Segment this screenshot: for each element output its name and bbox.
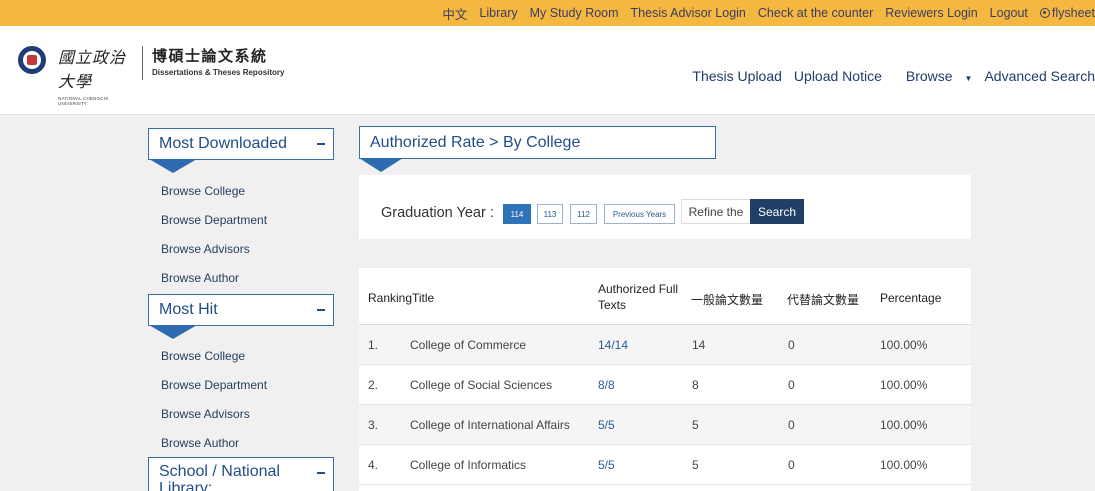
row-rank: 2. (368, 378, 379, 392)
repository-name-en: Dissertations & Theses Repository (152, 68, 285, 77)
row-general: 5 (692, 458, 699, 472)
repository-logo[interactable]: 博碩士論文系統 Dissertations & Theses Repositor… (152, 45, 284, 77)
page-title-text: Authorized Rate > By College (370, 133, 581, 151)
sidebar-link-browse-college[interactable]: Browse College (161, 184, 245, 198)
nav-thesis-upload[interactable]: Thesis Upload (692, 68, 782, 84)
col-authorized-line1: Authorized Full (598, 282, 679, 296)
pointer-triangle-icon (359, 158, 403, 172)
col-substitute-count: 代替論文數量 (787, 293, 860, 307)
table-header-row: Ranking Title Authorized Full Texts 一般論文… (359, 268, 971, 325)
row-percentage: 100.00% (880, 378, 928, 392)
nav-upload-notice[interactable]: Upload Notice (794, 68, 882, 84)
pointer-triangle-icon (149, 159, 197, 173)
row-rank: 3. (368, 418, 379, 432)
logo-divider (142, 46, 143, 80)
row-general: 5 (692, 418, 699, 432)
most-downloaded-title: Most Downloaded (159, 135, 288, 152)
university-name-cn: 國立政治大學 (58, 48, 127, 91)
authorized-rate-table: Ranking Title Authorized Full Texts 一般論文… (359, 268, 971, 491)
year-button-113[interactable]: 113 (537, 204, 563, 224)
sidebar-link-browse-department[interactable]: Browse Department (161, 213, 267, 227)
university-name-en: NATIONAL CHENGCHI UNIVERSITY (58, 96, 109, 106)
year-button-112[interactable]: 112 (570, 204, 597, 224)
top-utility-bar: 中文 Library My Study Room Thesis Advisor … (0, 0, 1095, 26)
collapse-icon[interactable] (317, 309, 325, 311)
row-substitute: 0 (788, 418, 795, 432)
row-rank: 4. (368, 458, 379, 472)
row-general: 8 (692, 378, 699, 392)
row-substitute: 0 (788, 338, 795, 352)
pointer-triangle-icon (149, 325, 197, 339)
most-hit-title: Most Hit (159, 301, 218, 318)
previous-years-button[interactable]: Previous Years (604, 204, 675, 224)
sidebar-link-browse-author[interactable]: Browse Author (161, 436, 239, 450)
most-hit-header[interactable]: Most Hit (148, 294, 334, 339)
row-percentage: 100.00% (880, 418, 928, 432)
filter-panel: Graduation Year : 114 113 112 Previous Y… (359, 175, 971, 239)
row-authorized-link[interactable]: 5/5 (598, 418, 615, 432)
reviewers-login-link[interactable]: Reviewers Login (885, 6, 977, 20)
row-substitute: 0 (788, 458, 795, 472)
sidebar-link-browse-advisors[interactable]: Browse Advisors (161, 407, 250, 421)
col-general-count: 一般論文數量 (691, 293, 764, 307)
table-row: 2. College of Social Sciences 8/8 8 0 10… (359, 365, 971, 405)
refine-input[interactable]: Refine the (681, 199, 751, 224)
row-title: College of Commerce (410, 338, 527, 352)
school-national-library-header[interactable]: School / National Library: Authorization (148, 457, 334, 491)
username: flysheet (1051, 6, 1095, 20)
check-at-counter-link[interactable]: Check at the counter (758, 6, 873, 20)
row-title: College of International Affairs (410, 418, 570, 432)
row-percentage: 100.00% (880, 458, 928, 472)
user-account[interactable]: flysheet (1039, 6, 1095, 20)
row-percentage: 100.00% (880, 338, 928, 352)
row-title: College of Social Sciences (410, 378, 553, 392)
row-title: College of Informatics (410, 458, 527, 472)
language-link[interactable]: 中文 (442, 4, 467, 23)
nav-advanced-search[interactable]: Advanced Search (984, 68, 1095, 84)
row-general: 14 (692, 338, 706, 352)
site-header: 國立政治大學 NATIONAL CHENGCHI UNIVERSITY 博碩士論… (0, 26, 1095, 115)
school-national-library-title: School / National Library: Authorization (159, 463, 280, 491)
main-nav: Thesis Upload Upload Notice Browse ▼ Adva… (680, 66, 1095, 86)
year-button-114[interactable]: 114 (503, 204, 531, 224)
logout-link[interactable]: Logout (990, 6, 1028, 20)
table-row: 4. College of Informatics 5/5 5 0 100.00… (359, 445, 971, 485)
sidebar-link-browse-college[interactable]: Browse College (161, 349, 245, 363)
most-downloaded-header[interactable]: Most Downloaded (148, 128, 334, 173)
row-authorized-link[interactable]: 14/14 (598, 338, 628, 352)
row-authorized-link[interactable]: 8/8 (598, 378, 615, 392)
user-icon (1039, 8, 1050, 18)
col-percentage: Percentage (880, 291, 942, 305)
row-rank: 1. (368, 338, 379, 352)
row-authorized-link[interactable]: 5/5 (598, 458, 615, 472)
col-ranking: Ranking (368, 291, 413, 305)
page-title: Authorized Rate > By College (359, 126, 716, 172)
table-row: 3. College of International Affairs 5/5 … (359, 405, 971, 445)
sidebar-link-browse-author[interactable]: Browse Author (161, 271, 239, 285)
graduation-year-label: Graduation Year : (381, 205, 494, 221)
search-button[interactable]: Search (750, 199, 804, 224)
col-title: Title (412, 291, 435, 305)
row-substitute: 0 (788, 378, 795, 392)
table-row: 1. College of Commerce 14/14 14 0 100.00… (359, 325, 971, 365)
nav-browse[interactable]: Browse ▼ (894, 68, 973, 84)
caret-down-icon: ▼ (964, 74, 973, 83)
repository-name-cn: 博碩士論文系統 (152, 48, 268, 65)
collapse-icon[interactable] (317, 143, 325, 145)
col-authorized-line2: Texts (598, 298, 627, 312)
my-study-room-link[interactable]: My Study Room (530, 6, 619, 20)
university-logo[interactable]: 國立政治大學 NATIONAL CHENGCHI UNIVERSITY (58, 44, 136, 106)
nav-browse-label: Browse (905, 68, 953, 84)
thesis-advisor-login-link[interactable]: Thesis Advisor Login (631, 6, 746, 20)
sidebar-link-browse-department[interactable]: Browse Department (161, 378, 267, 392)
library-link[interactable]: Library (479, 6, 517, 20)
university-seal-logo[interactable] (18, 46, 46, 74)
sidebar-link-browse-advisors[interactable]: Browse Advisors (161, 242, 250, 256)
collapse-icon[interactable] (317, 472, 325, 474)
